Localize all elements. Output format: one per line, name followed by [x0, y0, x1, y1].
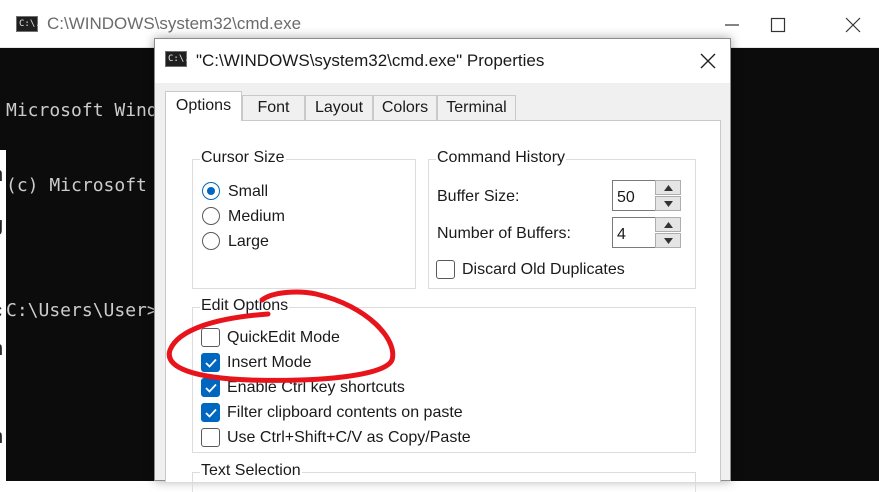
maximize-icon: [770, 17, 786, 33]
radio-icon: [202, 232, 220, 250]
checkbox-label: Filter clipboard contents on paste: [227, 404, 463, 421]
clipped-glyph: g: [0, 214, 3, 237]
console-line: (c) Microsoft: [6, 175, 158, 196]
arrow-up-icon: [664, 185, 673, 191]
edit-options-label: Edit Options: [200, 297, 290, 315]
tab-font[interactable]: Font: [242, 95, 305, 120]
radio-label: Medium: [228, 208, 285, 225]
checkbox-label: Use Ctrl+Shift+C/V as Copy/Paste: [227, 429, 471, 446]
edit-options-group: Edit Options QuickEdit Mode Insert Mode …: [192, 297, 696, 453]
arrow-down-icon: [664, 238, 673, 244]
arrow-down-icon: [664, 201, 673, 207]
number-of-buffers-label: Number of Buffers:: [437, 225, 571, 242]
checkbox-unchecked-icon: [201, 328, 220, 347]
radio-icon: [202, 207, 220, 225]
checkbox-label: QuickEdit Mode: [227, 329, 340, 346]
dialog-close-button[interactable]: [684, 39, 730, 83]
arrow-up-icon: [664, 222, 673, 228]
number-of-buffers-increment[interactable]: [655, 217, 681, 232]
checkbox-unchecked-icon: [201, 428, 220, 447]
clipped-glyph: n: [0, 426, 3, 449]
clipped-glyph: n: [0, 164, 3, 187]
number-of-buffers-stepper: [612, 217, 682, 248]
maximize-button[interactable]: [756, 10, 802, 40]
console-output[interactable]: Microsoft Wind (c) Microsoft C:\Users\Us…: [6, 48, 158, 373]
checkbox-checked-icon: [201, 378, 220, 397]
tab-colors[interactable]: Colors: [373, 95, 437, 120]
background-window-edge: n g c n n: [0, 150, 6, 481]
cursor-size-group: Cursor Size Small Medium Large: [192, 149, 416, 289]
radio-selected-icon: [202, 182, 220, 200]
cursor-size-label: Cursor Size: [200, 149, 286, 167]
checkmark-icon: [205, 358, 217, 368]
checkmark-icon: [205, 408, 217, 418]
dialog-title: "C:\WINDOWS\system32\cmd.exe" Properties: [196, 51, 545, 70]
buffer-size-stepper: [612, 180, 682, 211]
cmd-app-icon: C:\.: [165, 51, 190, 67]
console-window-title: C:\WINDOWS\system32\cmd.exe: [47, 14, 302, 33]
properties-dialog: C:\. "C:\WINDOWS\system32\cmd.exe" Prope…: [154, 38, 731, 492]
text-selection-group: Text Selection: [192, 462, 696, 492]
clipped-glyph: c: [0, 300, 2, 323]
checkbox-unchecked-icon: [436, 260, 455, 279]
tab-terminal[interactable]: Terminal: [437, 95, 516, 120]
tab-options[interactable]: Options: [165, 91, 242, 121]
console-line: C:\Users\User>: [6, 300, 158, 321]
buffer-size-decrement[interactable]: [655, 196, 681, 211]
number-of-buffers-decrement[interactable]: [655, 233, 681, 248]
text-selection-label: Text Selection: [200, 462, 302, 480]
cmd-app-icon: C:\.: [16, 16, 41, 32]
minimize-button[interactable]: [710, 10, 756, 40]
clipped-glyph: n: [0, 338, 3, 361]
buffer-size-increment[interactable]: [655, 180, 681, 195]
minimize-icon: [725, 24, 739, 26]
tab-layout[interactable]: Layout: [305, 95, 373, 120]
checkmark-icon: [205, 383, 217, 393]
checkbox-label: Insert Mode: [227, 354, 312, 371]
dialog-titlebar[interactable]: C:\. "C:\WINDOWS\system32\cmd.exe" Prope…: [155, 39, 730, 83]
radio-label: Large: [228, 233, 269, 250]
buffer-size-input[interactable]: [612, 180, 655, 211]
command-history-group: Command History Buffer Size: Number of B…: [428, 149, 696, 289]
buffer-size-label: Buffer Size:: [437, 188, 520, 205]
close-icon: [845, 17, 861, 33]
options-tab-panel: Cursor Size Small Medium Large Command H…: [165, 120, 721, 492]
number-of-buffers-input[interactable]: [612, 217, 655, 248]
checkbox-checked-icon: [201, 403, 220, 422]
checkbox-label: Enable Ctrl key shortcuts: [227, 379, 405, 396]
checkbox-label: Discard Old Duplicates: [462, 261, 625, 278]
close-icon: [700, 53, 716, 69]
command-history-label: Command History: [436, 149, 567, 167]
console-line: Microsoft Wind: [6, 100, 158, 121]
console-close-button[interactable]: [831, 10, 877, 40]
checkbox-checked-icon: [201, 353, 220, 372]
radio-label: Small: [228, 183, 269, 200]
